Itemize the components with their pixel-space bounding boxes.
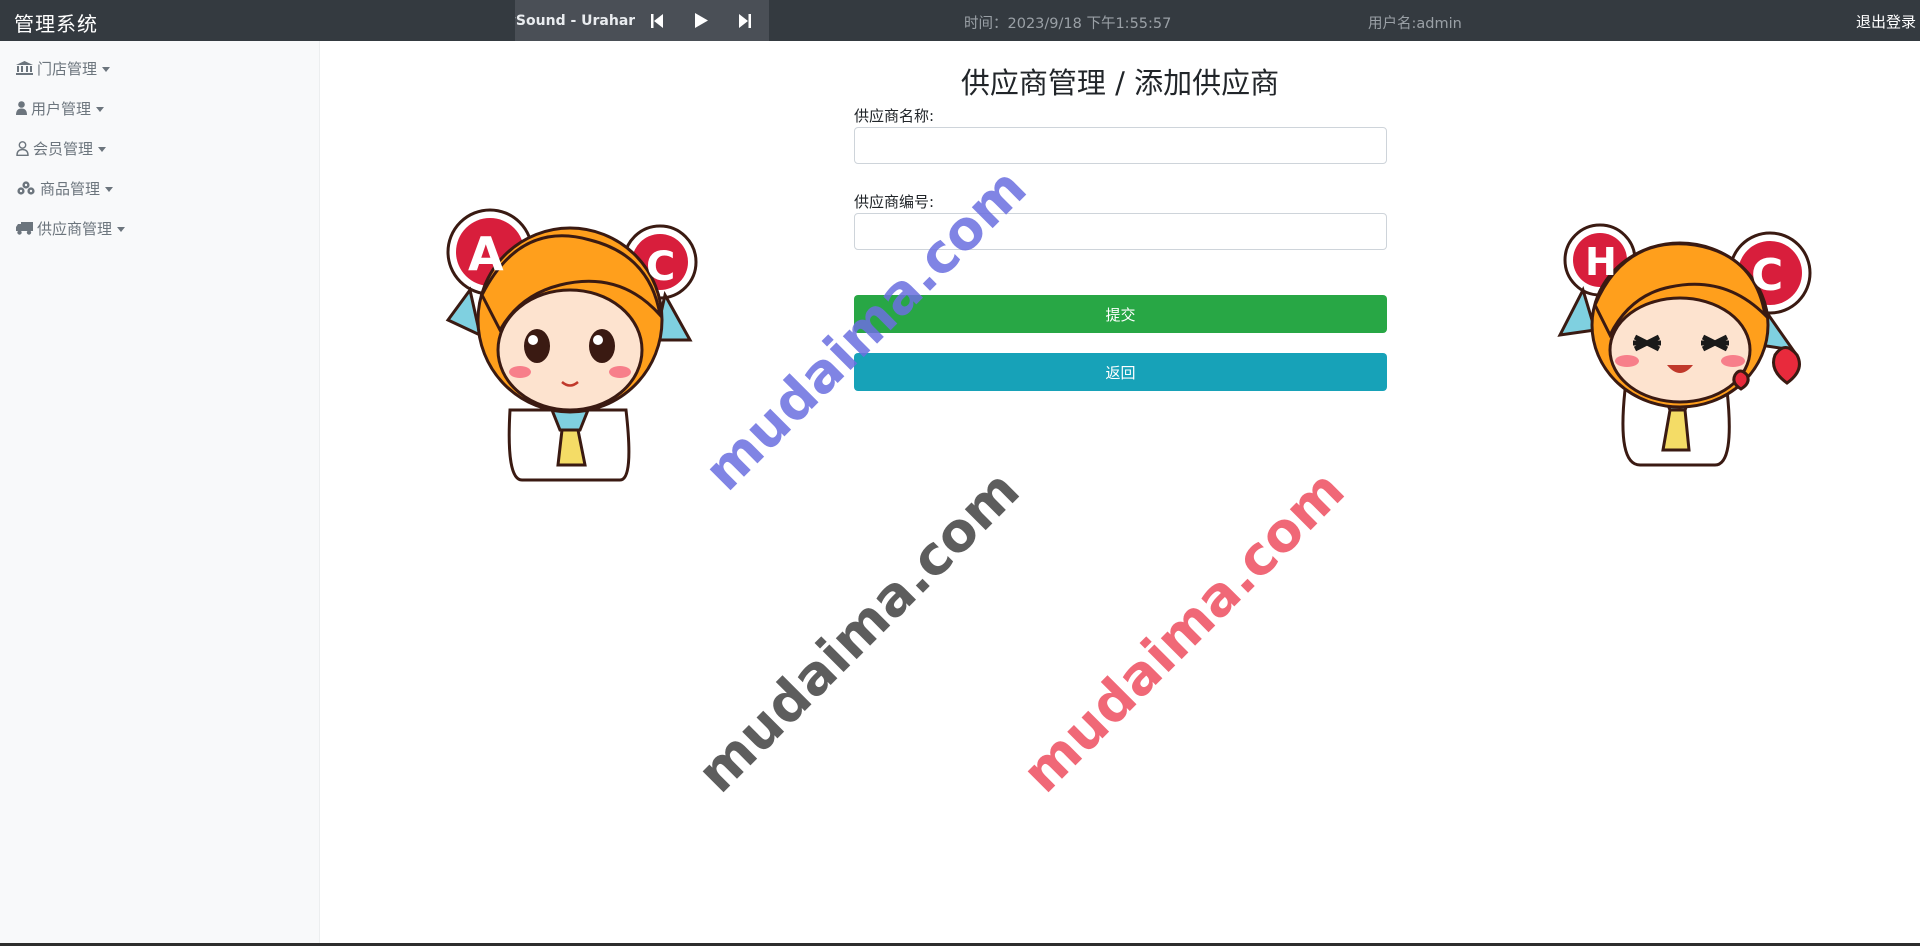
current-user: 用户名:admin [1368, 16, 1462, 32]
previous-track-button[interactable] [635, 0, 679, 41]
caret-down-icon [98, 146, 107, 152]
caret-down-icon [102, 66, 111, 72]
page-title: 供应商管理 / 添加供应商 [960, 66, 1280, 100]
caret-down-icon [105, 186, 114, 192]
boxes-icon [16, 181, 36, 195]
truck-icon [16, 221, 33, 235]
current-time: 时间：2023/9/18 下午1:55:57 [964, 16, 1172, 32]
caret-down-icon [117, 226, 126, 232]
caret-down-icon [96, 106, 105, 112]
svg-text:H: H [1585, 240, 1617, 284]
next-track-button[interactable] [723, 0, 767, 41]
sidebar: 门店管理 用户管理 会员管理 商品管理 供应商管理 [0, 41, 320, 943]
supplier-name-label: 供应商名称: [854, 107, 935, 125]
app-brand[interactable]: 管理系统 [14, 8, 98, 37]
girl-sticker-right: H C [1557, 223, 1812, 467]
bank-icon [16, 61, 33, 75]
song-title: wSound - Urahar [515, 12, 635, 29]
skip-forward-icon [739, 13, 751, 28]
svg-text:C: C [646, 244, 675, 290]
music-player: wSound - Urahar [515, 0, 769, 41]
sidebar-item-suppliers[interactable]: 供应商管理 [16, 216, 126, 240]
supplier-code-label: 供应商编号: [854, 193, 935, 211]
logout-link[interactable]: 退出登录 [1856, 11, 1916, 32]
sidebar-item-products[interactable]: 商品管理 [16, 176, 114, 200]
watermark: mudaima.com [685, 458, 1032, 805]
sidebar-item-label: 供应商管理 [37, 219, 113, 238]
sidebar-item-label: 商品管理 [40, 179, 101, 198]
supplier-code-input[interactable] [854, 213, 1387, 250]
user-icon [16, 101, 27, 115]
sidebar-item-store[interactable]: 门店管理 [16, 56, 111, 80]
sidebar-item-label: 会员管理 [33, 139, 94, 158]
supplier-name-input[interactable] [854, 127, 1387, 164]
submit-button[interactable]: 提交 [854, 295, 1387, 333]
girl-sticker-left: A C [445, 208, 698, 482]
svg-text:C: C [1751, 250, 1783, 301]
play-icon [695, 13, 708, 28]
sidebar-item-users[interactable]: 用户管理 [16, 96, 105, 120]
back-button[interactable]: 返回 [854, 353, 1387, 391]
skip-back-icon [651, 13, 663, 28]
sidebar-item-members[interactable]: 会员管理 [16, 136, 107, 160]
user-outline-icon [16, 140, 29, 156]
watermark: mudaima.com [1010, 458, 1357, 805]
svg-text:A: A [468, 227, 504, 281]
sidebar-item-label: 门店管理 [37, 59, 98, 78]
play-button[interactable] [679, 0, 723, 41]
top-navbar: 管理系统 wSound - Urahar 时间：2023/9/18 下午1:55… [0, 0, 1920, 41]
sidebar-item-label: 用户管理 [31, 99, 92, 118]
